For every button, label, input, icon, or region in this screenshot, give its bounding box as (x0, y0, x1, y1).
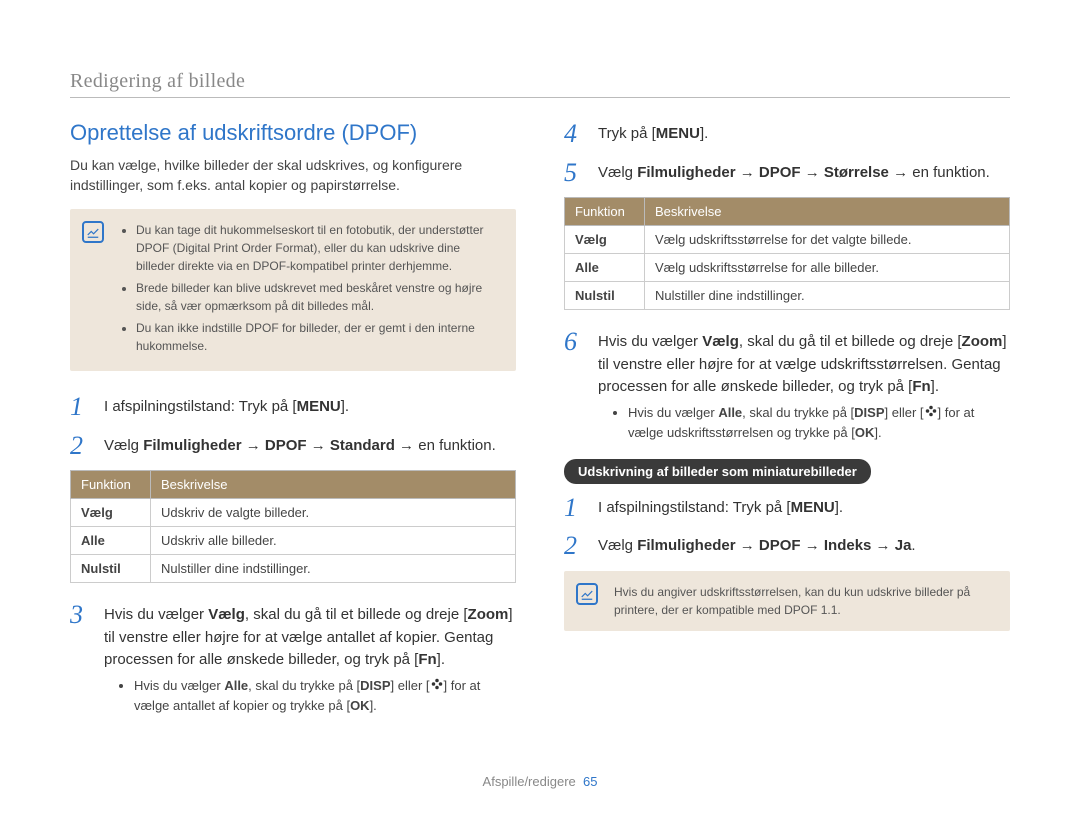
table-header: Funktion (565, 198, 645, 226)
table-row: VælgVælg udskriftsstørrelse for det valg… (565, 226, 1010, 254)
table-header: Funktion (71, 471, 151, 499)
step-number: 6 (564, 328, 586, 442)
two-column-layout: Oprettelse af udskriftsordre (DPOF) Du k… (70, 120, 1010, 726)
left-column: Oprettelse af udskriftsordre (DPOF) Du k… (70, 120, 516, 726)
table-row: NulstilNulstiller dine indstillinger. (565, 282, 1010, 310)
sub-bullet: Hvis du vælger Alle, skal du trykke på [… (134, 676, 516, 716)
flower-icon (430, 677, 444, 697)
table-row: VælgUdskriv de valgte billeder. (71, 499, 516, 527)
step-body: Vælg Filmuligheder → DPOF → Standard → e… (104, 432, 516, 461)
table-header: Beskrivelse (645, 198, 1010, 226)
step-number: 3 (70, 601, 92, 715)
intro-text: Du kan vælge, hvilke billeder der skal u… (70, 156, 516, 195)
thumb-step-1: 1 I afspilningstilstand: Tryk på [MENU]. (564, 494, 1010, 523)
step-6: 6 Hvis du vælger Vælg, skal du gå til et… (564, 328, 1010, 442)
table-row: AlleUdskriv alle billeder. (71, 527, 516, 555)
note-icon (82, 221, 104, 243)
table-header: Beskrivelse (151, 471, 516, 499)
note-item: Du kan ikke indstille DPOF for billeder,… (136, 319, 502, 355)
step-number: 1 (70, 393, 92, 422)
subsection-pill: Udskrivning af billeder som miniaturebil… (564, 459, 871, 484)
page-header: Redigering af billede (70, 70, 1010, 93)
step-body: Tryk på [MENU]. (598, 120, 1010, 149)
step-4: 4 Tryk på [MENU]. (564, 120, 1010, 149)
sub-bullet: Hvis du vælger Alle, skal du trykke på [… (628, 403, 1010, 443)
step-body: Vælg Filmuligheder → DPOF → Størrelse → … (598, 159, 1010, 188)
step-body: Hvis du vælger Vælg, skal du gå til et b… (104, 601, 516, 715)
step-1: 1 I afspilningstilstand: Tryk på [MENU]. (70, 393, 516, 422)
step-body: I afspilningstilstand: Tryk på [MENU]. (598, 494, 1010, 523)
step-2: 2 Vælg Filmuligheder → DPOF → Standard →… (70, 432, 516, 461)
step-5: 5 Vælg Filmuligheder → DPOF → Størrelse … (564, 159, 1010, 188)
note-item: Brede billeder kan blive udskrevet med b… (136, 279, 502, 315)
table-row: AlleVælg udskriftsstørrelse for alle bil… (565, 254, 1010, 282)
function-table-right: Funktion Beskrivelse VælgVælg udskriftss… (564, 197, 1010, 310)
note-box: Du kan tage dit hukommelseskort til en f… (70, 209, 516, 371)
step-number: 5 (564, 159, 586, 188)
note-icon (576, 583, 598, 605)
step-number: 2 (564, 532, 586, 561)
note-text: Hvis du angiver udskriftsstørrelsen, kan… (614, 585, 970, 617)
thumb-step-2: 2 Vælg Filmuligheder → DPOF → Indeks → J… (564, 532, 1010, 561)
step-body: I afspilningstilstand: Tryk på [MENU]. (104, 393, 516, 422)
table-row: NulstilNulstiller dine indstillinger. (71, 555, 516, 583)
step-body: Hvis du vælger Vælg, skal du gå til et b… (598, 328, 1010, 442)
step-number: 2 (70, 432, 92, 461)
function-table-left: Funktion Beskrivelse VælgUdskriv de valg… (70, 470, 516, 583)
note-box-bottom: Hvis du angiver udskriftsstørrelsen, kan… (564, 571, 1010, 631)
flower-icon (924, 404, 938, 424)
step-number: 1 (564, 494, 586, 523)
note-item: Du kan tage dit hukommelseskort til en f… (136, 221, 502, 275)
step-3: 3 Hvis du vælger Vælg, skal du gå til et… (70, 601, 516, 715)
section-title: Oprettelse af udskriftsordre (DPOF) (70, 120, 516, 146)
page-footer: Afspille/redigere 65 (0, 774, 1080, 789)
step-body: Vælg Filmuligheder → DPOF → Indeks → Ja. (598, 532, 1010, 561)
right-column: 4 Tryk på [MENU]. 5 Vælg Filmuligheder →… (564, 120, 1010, 726)
step-number: 4 (564, 120, 586, 149)
header-rule (70, 97, 1010, 98)
